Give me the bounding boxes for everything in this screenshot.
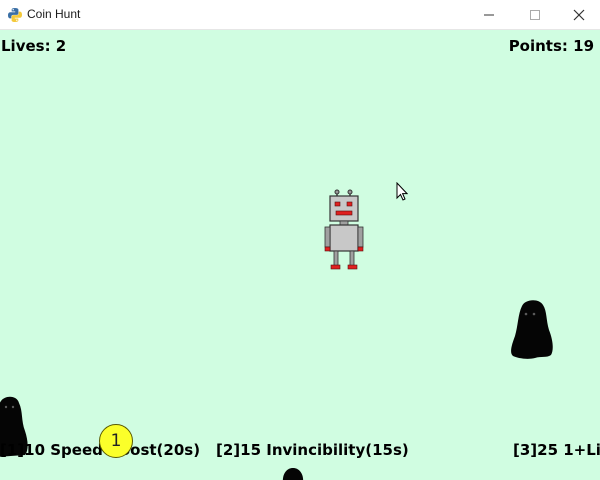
- coin-value: 1: [110, 431, 122, 451]
- shop-item-extra-life: [3]25 1+Life: [513, 441, 600, 459]
- window-title: Coin Hunt: [27, 7, 81, 21]
- mouse-pointer-icon: [396, 182, 408, 201]
- game-canvas[interactable]: Lives: 2 Points: 19 [1]10 Speed-boost(20…: [0, 30, 600, 480]
- shop-item-invincibility: [2]15 Invincibility(15s): [216, 441, 409, 459]
- close-icon: [573, 9, 585, 20]
- points-counter: Points: 19: [508, 37, 594, 55]
- close-button[interactable]: [556, 0, 600, 29]
- shadow-ghost-enemy: [511, 300, 553, 359]
- minimize-icon: [484, 14, 494, 15]
- robot-player: [324, 189, 364, 270]
- shadow-ghost-enemy: [282, 468, 304, 480]
- window-titlebar: Coin Hunt: [0, 0, 600, 30]
- lives-counter: Lives: 2: [1, 37, 67, 55]
- python-icon: [8, 8, 22, 22]
- minimize-button[interactable]: [466, 0, 512, 29]
- coin: 1: [99, 424, 133, 458]
- maximize-icon: [530, 9, 540, 20]
- maximize-button[interactable]: [512, 0, 558, 29]
